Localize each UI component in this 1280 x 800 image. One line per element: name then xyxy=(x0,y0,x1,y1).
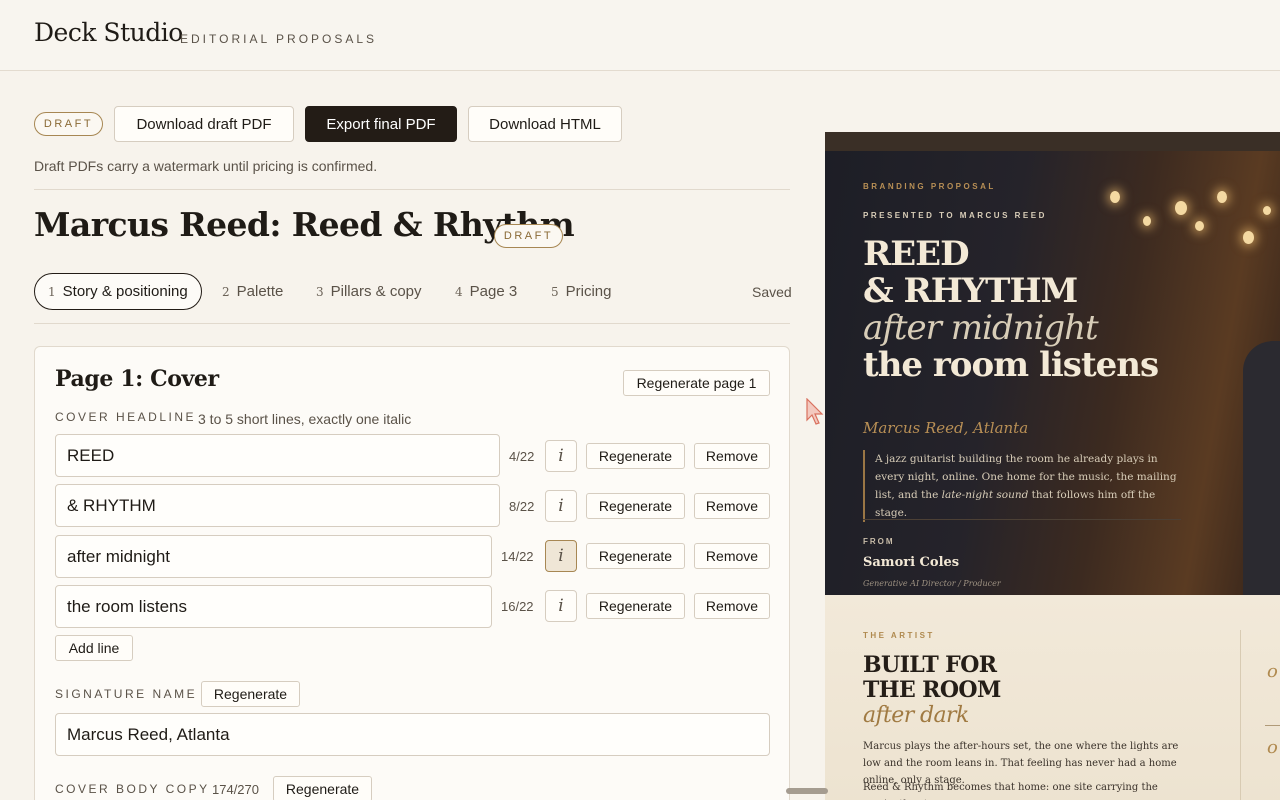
draft-badge: DRAFT xyxy=(34,112,103,136)
regenerate-page-button[interactable]: Regenerate page 1 xyxy=(623,370,770,396)
cover-from-name: Samori Coles xyxy=(863,555,960,570)
signature-name-label: SIGNATURE NAME xyxy=(55,687,198,701)
headline-line-input[interactable]: after midnight xyxy=(55,535,492,578)
artist-page-preview: THE ARTIST BUILT FOR THE ROOM after dark… xyxy=(825,595,1280,800)
divider xyxy=(34,323,790,324)
regenerate-line-button[interactable]: Regenerate xyxy=(586,493,685,519)
side-column-glyph: o xyxy=(1267,737,1278,758)
bokeh-light xyxy=(1243,231,1254,244)
tab-number: 1 xyxy=(48,284,56,299)
italic-toggle-active[interactable]: i xyxy=(545,540,577,572)
italic-toggle[interactable]: i xyxy=(545,440,577,472)
tab-page-3[interactable]: 4 Page 3 xyxy=(455,273,517,310)
bokeh-light xyxy=(1195,221,1204,231)
headline-line-input[interactable]: the room listens xyxy=(55,585,492,628)
cover-body-copy: A jazz guitarist building the room he al… xyxy=(863,450,1183,522)
divider xyxy=(863,519,1181,520)
side-column-glyph: o xyxy=(1267,661,1278,682)
char-count: 8/22 xyxy=(509,499,535,514)
tab-palette[interactable]: 2 Palette xyxy=(222,273,283,310)
regenerate-line-button[interactable]: Regenerate xyxy=(586,543,685,569)
cover-signature: Marcus Reed, Atlanta xyxy=(863,419,1029,437)
watermark-note: Draft PDFs carry a watermark until prici… xyxy=(34,158,378,174)
page-title: Marcus Reed: Reed & Rhythm xyxy=(34,205,575,244)
cover-body-copy-label: COVER BODY COPY xyxy=(55,782,210,796)
save-status: Saved xyxy=(752,284,792,300)
italic-toggle[interactable]: i xyxy=(545,490,577,522)
bokeh-light xyxy=(1217,191,1227,203)
remove-line-button[interactable]: Remove xyxy=(694,593,770,619)
cover-headline-line: & RHYTHM xyxy=(863,271,1078,311)
regenerate-body-button[interactable]: Regenerate xyxy=(273,776,372,800)
cover-headline-line: the room listens xyxy=(863,345,1159,385)
app-header: Deck Studio EDITORIAL PROPOSALS xyxy=(0,0,1280,71)
cover-page-preview: BRANDING PROPOSAL PRESENTED TO MARCUS RE… xyxy=(825,151,1280,601)
tab-number: 2 xyxy=(222,284,230,299)
tab-story-positioning[interactable]: 1 Story & positioning xyxy=(34,273,202,310)
bokeh-light xyxy=(1263,206,1271,215)
app-brand: Deck Studio xyxy=(34,18,183,47)
headline-line-input[interactable]: REED xyxy=(55,434,500,477)
cover-headline-line: REED xyxy=(863,234,970,274)
cover-headline-label: COVER HEADLINE xyxy=(55,410,197,424)
regenerate-line-button[interactable]: Regenerate xyxy=(586,593,685,619)
cover-headline-hint: 3 to 5 short lines, exactly one italic xyxy=(198,411,412,427)
regenerate-line-button[interactable]: Regenerate xyxy=(586,443,685,469)
column-divider xyxy=(1240,630,1241,800)
char-count: 14/22 xyxy=(501,549,534,564)
card-title: Page 1: Cover xyxy=(55,366,219,392)
bokeh-light xyxy=(1143,216,1151,226)
export-final-pdf-button[interactable]: Export final PDF xyxy=(305,106,457,142)
status-badge: DRAFT xyxy=(494,224,563,248)
deck-preview[interactable]: BRANDING PROPOSAL PRESENTED TO MARCUS RE… xyxy=(825,132,1280,800)
artist-headline-line: after dark xyxy=(863,703,969,728)
artist-photo xyxy=(1243,341,1280,601)
download-draft-pdf-button[interactable]: Download draft PDF xyxy=(114,106,294,142)
cover-from-label: FROM xyxy=(863,537,895,546)
headline-line-input[interactable]: & RHYTHM xyxy=(55,484,500,527)
cover-from-role: Generative AI Director / Producer xyxy=(863,579,1001,588)
bokeh-light xyxy=(1110,191,1120,203)
tab-label: Palette xyxy=(236,283,284,300)
cover-kicker: BRANDING PROPOSAL xyxy=(863,182,996,191)
artist-headline-line: THE ROOM xyxy=(863,677,1001,703)
cover-headline-line: after midnight xyxy=(863,308,1099,348)
char-count: 4/22 xyxy=(509,449,535,464)
cover-body-italic: late-night sound xyxy=(941,489,1029,501)
artist-kicker: THE ARTIST xyxy=(863,631,935,640)
tab-number: 3 xyxy=(316,284,324,299)
cover-presented-to: PRESENTED TO MARCUS REED xyxy=(863,211,1047,220)
download-html-button[interactable]: Download HTML xyxy=(468,106,622,142)
artist-headline-line: BUILT FOR xyxy=(863,652,997,678)
remove-line-button[interactable]: Remove xyxy=(694,443,770,469)
tab-label: Page 3 xyxy=(469,283,518,300)
tab-number: 4 xyxy=(455,284,463,299)
regenerate-signature-button[interactable]: Regenerate xyxy=(201,681,300,707)
tab-pricing[interactable]: 5 Pricing xyxy=(551,273,612,310)
tab-label: Pricing xyxy=(565,283,612,300)
artist-body-paragraph: Reed & Rhythm becomes that home: one sit… xyxy=(863,782,1158,800)
tab-label: Story & positioning xyxy=(62,283,188,300)
divider xyxy=(34,189,790,190)
remove-line-button[interactable]: Remove xyxy=(694,493,770,519)
tab-label: Pillars & copy xyxy=(330,283,422,300)
char-count: 16/22 xyxy=(501,599,534,614)
side-column-rule xyxy=(1265,725,1280,726)
char-count: 174/270 xyxy=(212,782,259,797)
remove-line-button[interactable]: Remove xyxy=(694,543,770,569)
horizontal-scrollbar-thumb[interactable] xyxy=(786,788,828,794)
italic-toggle[interactable]: i xyxy=(545,590,577,622)
mouse-cursor-icon xyxy=(806,398,824,425)
signature-name-input[interactable]: Marcus Reed, Atlanta xyxy=(55,713,770,756)
app-subtitle: EDITORIAL PROPOSALS xyxy=(180,32,378,46)
tab-number: 5 xyxy=(551,284,559,299)
add-line-button[interactable]: Add line xyxy=(55,635,133,661)
tab-pillars-copy[interactable]: 3 Pillars & copy xyxy=(316,273,422,310)
bokeh-light xyxy=(1175,201,1187,215)
